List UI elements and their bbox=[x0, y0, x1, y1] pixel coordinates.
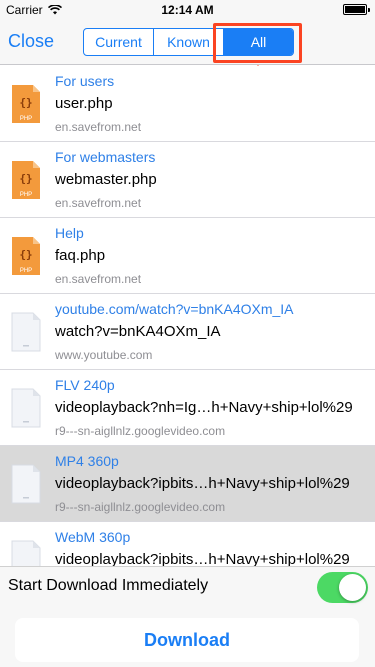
item-title: youtube.com/watch?v=bnKA4OXm_IA bbox=[55, 301, 294, 317]
nav-bar: Close Current Known All bbox=[0, 20, 375, 65]
item-host: en.savefrom.net bbox=[55, 120, 142, 134]
list-item[interactable]: WebM 360p videoplayback?ipbits…h+Navy+sh… bbox=[0, 522, 375, 566]
php-file-icon: {} PHP bbox=[12, 237, 40, 275]
item-host: en.savefrom.net bbox=[55, 196, 142, 210]
item-filename: videoplayback?ipbits…h+Navy+ship+lol%29 bbox=[55, 551, 350, 566]
item-title: MP4 360p bbox=[55, 453, 119, 469]
blank-file-icon bbox=[11, 312, 41, 352]
start-download-label: Start Download Immediately bbox=[8, 577, 209, 594]
item-filename: webmaster.php bbox=[55, 171, 157, 188]
status-time: 12:14 AM bbox=[161, 3, 214, 17]
close-button[interactable]: Close bbox=[8, 31, 54, 52]
highlight-box bbox=[213, 23, 302, 63]
item-filename: videoplayback?nh=Ig…h+Navy+ship+lol%29 bbox=[55, 399, 353, 416]
item-title: Help bbox=[55, 225, 84, 241]
list-item[interactable]: {} PHP Help faq.php en.savefrom.net bbox=[0, 218, 375, 294]
blank-file-icon bbox=[11, 464, 41, 504]
item-host: en.savefrom.net bbox=[55, 272, 142, 286]
start-download-toggle[interactable] bbox=[317, 572, 368, 603]
item-title: WebM 360p bbox=[55, 529, 131, 545]
list-item[interactable]: {} PHP For users user.php en.savefrom.ne… bbox=[0, 66, 375, 142]
svg-text:{}: {} bbox=[19, 248, 32, 261]
item-title: FLV 240p bbox=[55, 377, 115, 393]
bottom-bar: Start Download Immediately Download bbox=[0, 566, 375, 667]
list-item[interactable]: {} PHP For webmasters webmaster.php en.s… bbox=[0, 142, 375, 218]
svg-text:PHP: PHP bbox=[20, 268, 32, 274]
item-host: www.youtube.com bbox=[55, 348, 153, 362]
item-filename: faq.php bbox=[55, 247, 106, 264]
status-bar: Carrier 12:14 AM bbox=[0, 0, 375, 20]
item-title: For webmasters bbox=[55, 149, 156, 165]
download-list: {} PHP For users user.php en.savefrom.ne… bbox=[0, 66, 375, 566]
item-filename: user.php bbox=[55, 95, 113, 112]
download-button[interactable]: Download bbox=[15, 618, 359, 662]
list-item[interactable]: youtube.com/watch?v=bnKA4OXm_IA watch?v=… bbox=[0, 294, 375, 370]
segment-current[interactable]: Current bbox=[84, 29, 154, 55]
blank-file-icon bbox=[11, 388, 41, 428]
item-filename: watch?v=bnKA4OXm_IA bbox=[55, 323, 221, 340]
list-item[interactable]: FLV 240p videoplayback?nh=Ig…h+Navy+ship… bbox=[0, 370, 375, 446]
item-host: r9---sn-aigllnlz.googlevideo.com bbox=[55, 424, 226, 438]
php-file-icon: {} PHP bbox=[12, 161, 40, 199]
list-item-selected[interactable]: MP4 360p videoplayback?ipbits…h+Navy+shi… bbox=[0, 446, 375, 522]
battery-icon bbox=[343, 4, 370, 15]
svg-text:PHP: PHP bbox=[20, 116, 32, 122]
blank-file-icon bbox=[11, 540, 41, 566]
php-file-icon: {} PHP bbox=[12, 85, 40, 123]
item-filename: videoplayback?ipbits…h+Navy+ship+lol%29 bbox=[55, 475, 350, 492]
item-host: r9---sn-aigllnlz.googlevideo.com bbox=[55, 500, 226, 514]
toggle-knob bbox=[339, 574, 366, 601]
svg-text:{}: {} bbox=[19, 172, 32, 185]
svg-text:{}: {} bbox=[19, 96, 32, 109]
svg-text:PHP: PHP bbox=[20, 192, 32, 198]
item-title: For users bbox=[55, 73, 115, 89]
